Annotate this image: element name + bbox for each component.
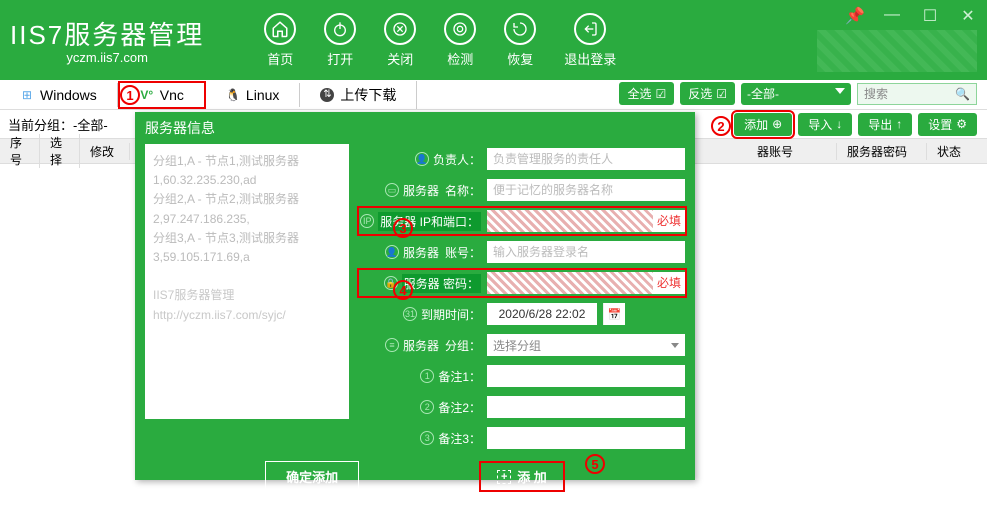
check-icon: ☑ bbox=[655, 87, 666, 101]
windows-icon: ⊞ bbox=[20, 88, 34, 102]
annotation-marker-3: 3 bbox=[393, 218, 413, 238]
th-select: 选择 bbox=[40, 134, 80, 168]
number-3-icon: 3 bbox=[420, 431, 434, 445]
th-password: 服务器密码 bbox=[837, 143, 927, 160]
vnc-icon: V° bbox=[140, 88, 154, 102]
group-filter-select[interactable]: -全部- bbox=[741, 83, 851, 105]
th-seq: 序号 bbox=[0, 134, 40, 168]
search-input[interactable]: 搜索🔍 bbox=[857, 83, 977, 105]
nav-items: 首页 打开 关闭 检测 恢复 退出登录 bbox=[264, 13, 616, 68]
minimize-icon[interactable]: — bbox=[883, 6, 901, 26]
gear-icon: ⚙ bbox=[956, 117, 967, 131]
home-icon bbox=[264, 13, 296, 45]
target-icon bbox=[444, 13, 476, 45]
restore-icon bbox=[504, 13, 536, 45]
select-all-button[interactable]: 全选☑ bbox=[619, 82, 674, 105]
dialog-title: 服务器信息 bbox=[135, 112, 695, 144]
nav-open[interactable]: 打开 bbox=[324, 13, 356, 68]
account-input[interactable] bbox=[487, 241, 685, 263]
current-group-label: 当前分组： bbox=[8, 115, 73, 134]
ip-port-input[interactable] bbox=[487, 210, 654, 232]
th-account: 器账号 bbox=[747, 143, 837, 160]
linux-icon: 🐧 bbox=[226, 88, 240, 102]
person-icon: 👤 bbox=[415, 152, 429, 166]
user-info-obscured bbox=[817, 30, 977, 72]
calendar-icon: 31 bbox=[403, 307, 417, 321]
add-button[interactable]: 添加⊕ bbox=[734, 113, 792, 136]
pin-icon[interactable]: 📌 bbox=[845, 6, 863, 26]
current-group-value: -全部- bbox=[73, 115, 108, 134]
server-name-input[interactable] bbox=[487, 179, 685, 201]
tab-upload[interactable]: ⇅ 上传下载 bbox=[300, 81, 417, 109]
import-button[interactable]: 导入↓ bbox=[798, 113, 852, 136]
required-mark: 必填 bbox=[653, 210, 685, 232]
note3-input[interactable] bbox=[487, 427, 685, 449]
password-input[interactable] bbox=[487, 272, 654, 294]
th-modify: 修改 bbox=[80, 143, 130, 160]
close-circle-icon bbox=[384, 13, 416, 45]
plus-target-icon: + bbox=[497, 470, 511, 484]
group-select[interactable]: 选择分组 bbox=[487, 334, 685, 356]
number-2-icon: 2 bbox=[420, 400, 434, 414]
invert-select-button[interactable]: 反选☑ bbox=[680, 82, 735, 105]
upload-icon: ⇅ bbox=[320, 88, 334, 102]
nav-restore[interactable]: 恢复 bbox=[504, 13, 536, 68]
annotation-marker-4: 4 bbox=[393, 280, 413, 300]
check-icon: ☑ bbox=[716, 87, 727, 101]
tab-windows[interactable]: ⊞ Windows bbox=[0, 83, 118, 107]
export-button[interactable]: 导出↑ bbox=[858, 113, 912, 136]
annotation-marker-2: 2 bbox=[711, 116, 731, 136]
calendar-picker-icon[interactable]: 📅 bbox=[603, 303, 625, 325]
batch-example-textarea[interactable]: 分组1,A - 节点1,测试服务器1,60.32.235.230,ad 分组2,… bbox=[145, 144, 349, 419]
logo-text: IIS7服务器管理 bbox=[10, 15, 204, 52]
logo-block: IIS7服务器管理 yczm.iis7.com bbox=[10, 15, 204, 65]
owner-input[interactable] bbox=[487, 148, 685, 170]
person-icon: 👤 bbox=[385, 245, 399, 259]
add-again-button[interactable]: + 添 加 bbox=[479, 461, 565, 492]
annotation-marker-1: 1 bbox=[120, 85, 140, 105]
window-controls: 📌 — ☐ ✕ bbox=[845, 6, 977, 26]
close-icon[interactable]: ✕ bbox=[959, 6, 977, 26]
download-icon: ↓ bbox=[836, 117, 842, 131]
logo-subtitle: yczm.iis7.com bbox=[10, 50, 204, 65]
expire-input[interactable] bbox=[487, 303, 597, 325]
ip-icon: IP bbox=[360, 214, 374, 228]
th-status: 状态 bbox=[927, 143, 987, 160]
plus-target-icon: ⊕ bbox=[772, 117, 782, 131]
nav-close[interactable]: 关闭 bbox=[384, 13, 416, 68]
nav-detect[interactable]: 检测 bbox=[444, 13, 476, 68]
tab-row: ⊞ Windows V° Vnc 🐧 Linux ⇅ 上传下载 全选☑ 反选☑ … bbox=[0, 80, 987, 110]
required-mark: 必填 bbox=[653, 272, 685, 294]
upload-icon: ↑ bbox=[896, 117, 902, 131]
annotation-marker-5: 5 bbox=[585, 454, 605, 474]
note1-input[interactable] bbox=[487, 365, 685, 387]
logout-icon bbox=[574, 13, 606, 45]
maximize-icon[interactable]: ☐ bbox=[921, 6, 939, 26]
caret-down-icon bbox=[835, 88, 845, 94]
nav-logout[interactable]: 退出登录 bbox=[564, 13, 616, 68]
search-icon: 🔍 bbox=[955, 87, 970, 101]
power-open-icon bbox=[324, 13, 356, 45]
group-icon: ≡ bbox=[385, 338, 399, 352]
confirm-add-button[interactable]: 确定添加 bbox=[265, 461, 359, 492]
caret-down-icon bbox=[671, 343, 679, 348]
number-1-icon: 1 bbox=[420, 369, 434, 383]
note2-input[interactable] bbox=[487, 396, 685, 418]
server-info-dialog: 服务器信息 分组1,A - 节点1,测试服务器1,60.32.235.230,a… bbox=[135, 112, 695, 480]
nav-home[interactable]: 首页 bbox=[264, 13, 296, 68]
app-header: IIS7服务器管理 yczm.iis7.com 首页 打开 关闭 检测 恢复 退… bbox=[0, 0, 987, 80]
tab-linux[interactable]: 🐧 Linux bbox=[206, 83, 300, 107]
settings-button[interactable]: 设置⚙ bbox=[918, 113, 977, 136]
server-icon: ▭ bbox=[385, 183, 399, 197]
